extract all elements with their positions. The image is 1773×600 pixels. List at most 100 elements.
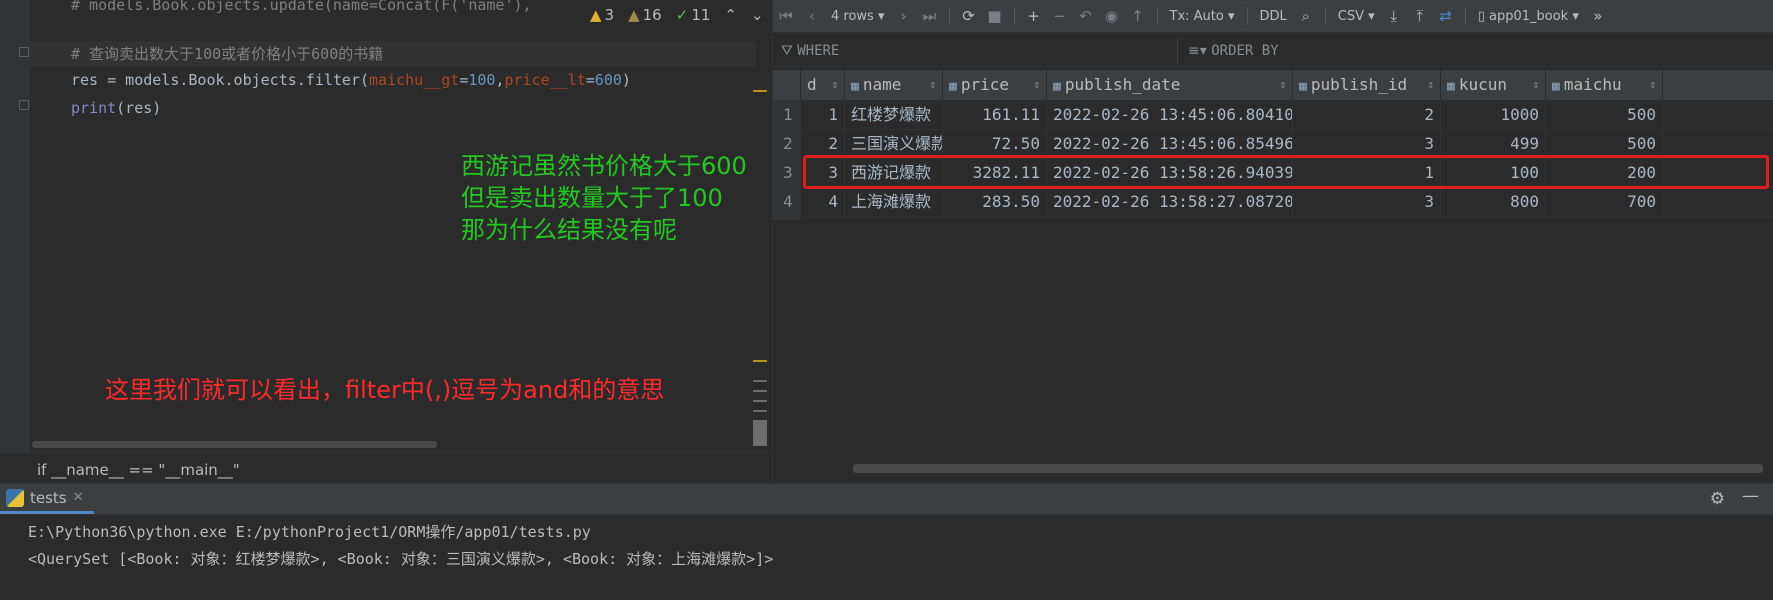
code-line-1[interactable]: # models.Book.objects.update(name=Concat… [71, 0, 532, 18]
upload-icon[interactable]: ⤒ [1407, 7, 1433, 25]
cell-maichu[interactable]: 500 [1546, 100, 1663, 129]
cell-publish-id[interactable]: 3 [1293, 187, 1441, 216]
tx-mode-label: Tx: Auto [1169, 8, 1224, 24]
next-page-icon[interactable]: › [891, 7, 917, 25]
fold-marker-icon[interactable] [19, 47, 29, 57]
cell-kucun[interactable]: 800 [1441, 187, 1546, 216]
submit-icon[interactable]: ↑ [1125, 7, 1151, 25]
table-row[interactable]: 1 1 红楼梦爆款 161.11 2022-02-26 13:45:06.804102 2… [773, 100, 1773, 130]
editor-horizontal-scrollbar[interactable] [32, 441, 437, 448]
order-by-filter[interactable]: ≡▾ ORDER BY [1188, 43, 1279, 59]
where-filter[interactable]: ⛛ WHERE [781, 43, 839, 59]
minimize-icon[interactable]: — [1742, 486, 1759, 506]
annotation-red: 这里我们就可以看出，filter中(,)逗号为and和的意思 [105, 376, 665, 404]
table-label: app01_book [1488, 8, 1569, 24]
cell-name[interactable]: 三国演义爆款 [845, 129, 943, 158]
cell-price[interactable]: 283.50 [943, 187, 1047, 216]
cell-price[interactable]: 72.50 [943, 129, 1047, 158]
cell-publish-date[interactable]: 2022-02-26 13:45:06.854966 [1047, 129, 1293, 158]
code-token: res = models.Book.objects.filter( [71, 71, 370, 89]
first-page-icon[interactable]: ⏮ [773, 7, 799, 25]
inspection-widget[interactable]: ▲ 3 ▲ 16 ✓ 11 ⌃ ⌄ [590, 6, 764, 24]
table-row[interactable]: 4 4 上海滩爆款 283.50 2022-02-26 13:58:27.087202 3… [773, 187, 1773, 217]
refresh-icon[interactable]: ⟳ [956, 7, 982, 25]
code-token: # 查询卖出数大于100或者价格小于600的书籍 [71, 45, 384, 63]
add-row-icon[interactable]: + [1021, 7, 1047, 25]
stop-icon[interactable]: ■ [982, 7, 1008, 25]
fold-marker-icon[interactable] [19, 100, 29, 110]
column-header-name-label: name [862, 75, 902, 94]
compare-icon[interactable]: ⇄ [1433, 7, 1459, 25]
run-tab-tests[interactable]: tests ✕ [0, 484, 94, 514]
code-line-4[interactable]: print(res) [71, 95, 161, 121]
column-header-price[interactable]: ▦ price ⇕ [943, 70, 1047, 100]
code-token: (res) [116, 99, 162, 117]
delete-row-icon[interactable]: − [1047, 7, 1073, 25]
export-format-dropdown[interactable]: CSV ▾ [1332, 9, 1381, 24]
cell-id[interactable]: 4 [801, 187, 845, 216]
export-format-label: CSV [1337, 8, 1365, 24]
cell-maichu[interactable]: 700 [1546, 187, 1663, 216]
order-by-label: ORDER BY [1211, 43, 1279, 59]
grid-horizontal-scrollbar[interactable] [853, 464, 1763, 473]
search-icon[interactable]: ⌕ [1293, 7, 1319, 25]
code-line-3[interactable]: res = models.Book.objects.filter(maichu_… [71, 67, 631, 93]
cell-id[interactable]: 1 [801, 100, 845, 129]
table-dropdown[interactable]: ▯ app01_book ▾ [1472, 9, 1585, 24]
code-editor[interactable]: # models.Book.objects.update(name=Concat… [0, 0, 772, 484]
tx-mode-dropdown[interactable]: Tx: Auto ▾ [1164, 9, 1241, 24]
cell-maichu[interactable]: 500 [1546, 129, 1663, 158]
cell-price[interactable]: 161.11 [943, 100, 1047, 129]
error-stripe[interactable] [753, 60, 768, 446]
column-header-publish-date[interactable]: ▦ publish_date ⇕ [1047, 70, 1293, 100]
column-header-maichu[interactable]: ▦ maichu ⇕ [1546, 70, 1663, 100]
console-output-line-1: E:\Python36\python.exe E:/pythonProject1… [28, 523, 591, 541]
cell-publish-date[interactable]: 2022-02-26 13:45:06.804102 [1047, 100, 1293, 129]
row-number-cell[interactable]: 2 [773, 129, 801, 158]
sort-icon: ≡▾ [1188, 43, 1207, 59]
annotation-green-line-2: 但是卖出数量大于了100 [461, 184, 723, 212]
rows-count-dropdown[interactable]: 4 rows ▾ [825, 9, 891, 24]
revert-icon[interactable]: ↶ [1073, 7, 1099, 25]
cell-publish-id[interactable]: 2 [1293, 100, 1441, 129]
code-line-2[interactable]: # 查询卖出数大于100或者价格小于600的书籍 [71, 41, 383, 67]
code-token: print [71, 99, 117, 117]
prev-highlight-icon[interactable]: ⌃ [724, 6, 737, 24]
row-number-cell[interactable]: 4 [773, 187, 801, 216]
code-token: # models.Book.objects.update(name=Concat… [71, 0, 532, 14]
column-header-maichu-label: maichu [1563, 75, 1622, 94]
annotation-green: 西游记虽然书价格大于600 但是卖出数量大于了100 那为什么结果没有呢 [461, 150, 747, 246]
data-grid-panel: ⏮ ‹ 4 rows ▾ › ⏭ ⟳ ■ + − ↶ ◉ ↑ Tx: Auto … [772, 0, 1773, 483]
corner-cell[interactable] [773, 70, 801, 100]
filter-icon: ⛛ [781, 43, 793, 59]
cell-kucun[interactable]: 499 [1441, 129, 1546, 158]
prev-page-icon[interactable]: ‹ [799, 7, 825, 25]
python-icon [6, 488, 24, 507]
cell-name[interactable]: 红楼梦爆款 [845, 100, 943, 129]
row-number-cell[interactable]: 3 [773, 158, 801, 187]
column-header-publish-date-label: publish_date [1064, 75, 1181, 94]
column-header-publish-id[interactable]: ▦ publish_id ⇕ [1293, 70, 1441, 100]
cell-publish-date[interactable]: 2022-02-26 13:58:27.087202 [1047, 187, 1293, 216]
code-token: 100 [468, 71, 496, 89]
close-icon[interactable]: ✕ [73, 483, 84, 513]
column-header-name[interactable]: ▦ name ⇕ [845, 70, 943, 100]
filter-bar: ⛛ WHERE ≡▾ ORDER BY [773, 38, 1773, 67]
column-header-kucun[interactable]: ▦ kucun ⇕ [1441, 70, 1546, 100]
breadcrumb[interactable]: if __name__ == "__main__" [37, 461, 240, 479]
ddl-button[interactable]: DDL [1254, 9, 1293, 24]
cell-kucun[interactable]: 1000 [1441, 100, 1546, 129]
cell-name[interactable]: 上海滩爆款 [845, 187, 943, 216]
last-page-icon[interactable]: ⏭ [917, 7, 943, 25]
gear-icon[interactable]: ⚙ [1710, 489, 1725, 509]
code-token: ) [621, 71, 631, 89]
column-header-id[interactable]: d ⇕ [801, 70, 845, 100]
next-highlight-icon[interactable]: ⌄ [751, 6, 764, 24]
download-icon[interactable]: ⤓ [1381, 7, 1407, 25]
row-number-cell[interactable]: 1 [773, 100, 801, 129]
highlight-box-row-3 [803, 155, 1769, 189]
cell-id[interactable]: 2 [801, 129, 845, 158]
preview-icon[interactable]: ◉ [1099, 7, 1125, 25]
cell-publish-id[interactable]: 3 [1293, 129, 1441, 158]
more-icon[interactable]: » [1585, 7, 1611, 25]
